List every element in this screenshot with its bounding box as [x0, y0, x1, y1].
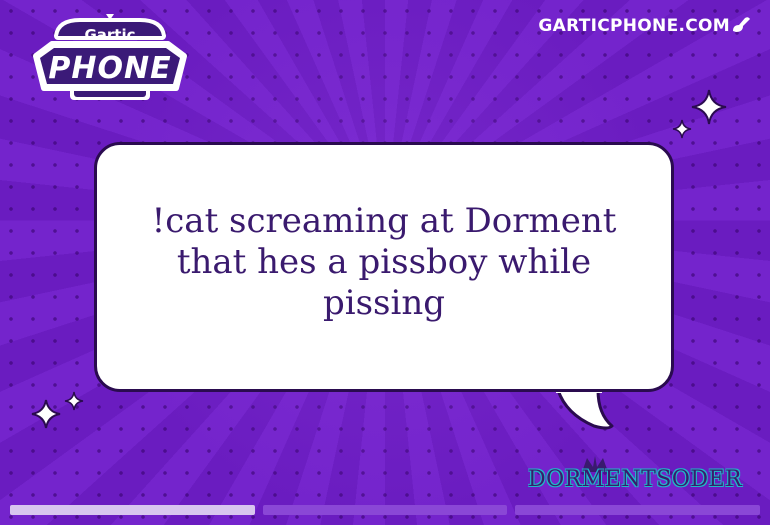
- logo-small-text: Gartic: [84, 26, 135, 44]
- sparkle-icon: [64, 391, 84, 411]
- sparkle-icon: [691, 89, 727, 125]
- progress-segment: [10, 505, 255, 515]
- prompt-bubble: !cat screaming at Dorment that hes a pis…: [94, 142, 674, 392]
- gartic-phone-logo: Gartic PHONE: [33, 14, 187, 100]
- author-tag: DORMENTSODER: [520, 455, 745, 505]
- sparkle-icon: [672, 119, 692, 139]
- progress-bar: [10, 505, 761, 517]
- speech-bubble-tail: [556, 388, 614, 430]
- prompt-text: !cat screaming at Dorment that hes a pis…: [151, 200, 617, 323]
- progress-segment: [515, 505, 761, 515]
- sparkle-icon: [31, 399, 61, 429]
- logo-large-text: PHONE: [48, 51, 171, 86]
- site-url[interactable]: GARTICPHONE.COM: [538, 16, 730, 36]
- brush-icon: [733, 17, 750, 32]
- author-name: DORMENTSODER: [528, 467, 743, 492]
- progress-segment: [262, 505, 508, 515]
